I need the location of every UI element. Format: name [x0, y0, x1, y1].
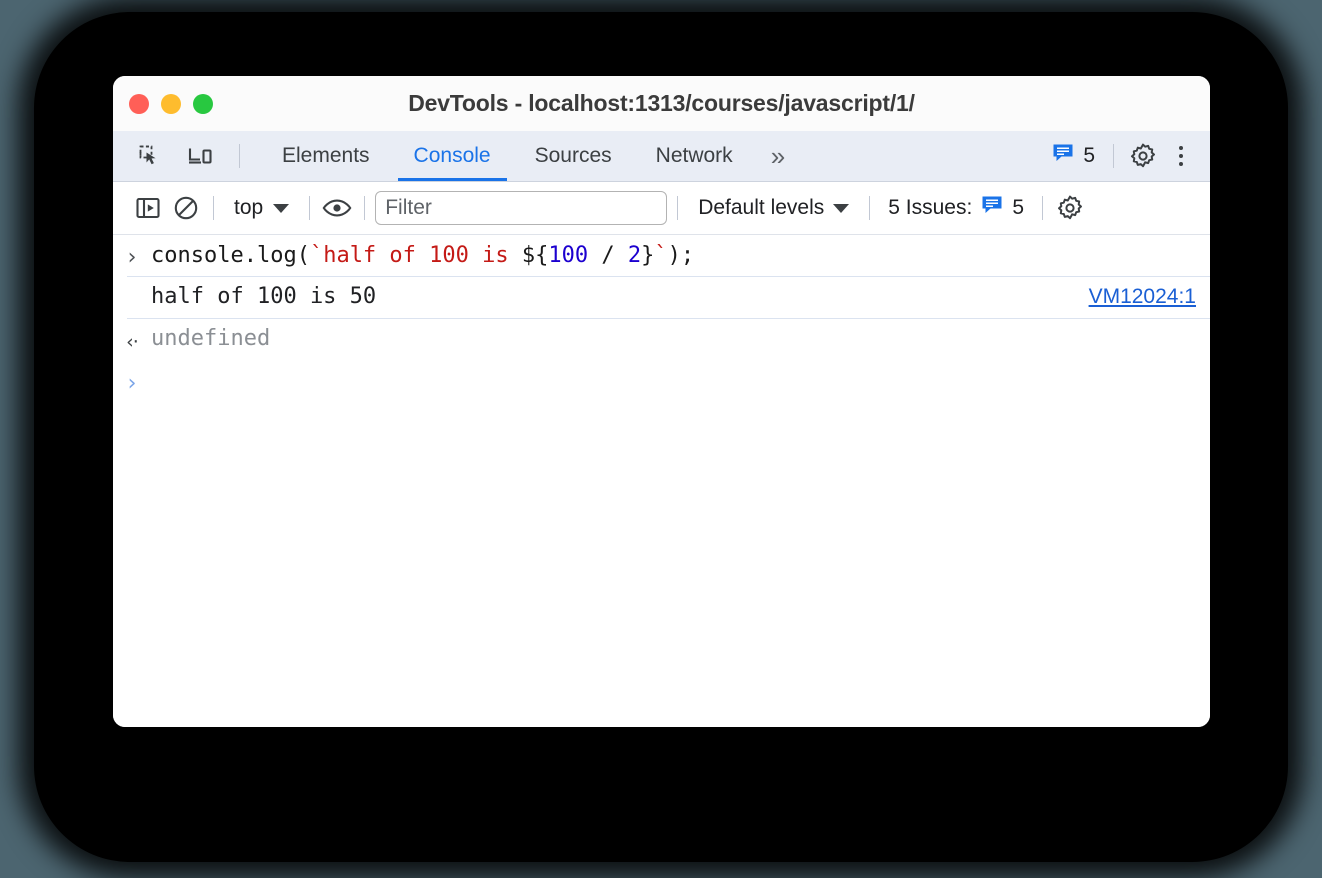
console-source-link[interactable]: VM12024:1	[1089, 283, 1196, 309]
execution-context-selector[interactable]: top	[224, 196, 299, 220]
console-input-row[interactable]: › console.log(`half of 100 is ${100 / 2}…	[127, 235, 1210, 277]
code-token: `	[654, 243, 668, 268]
more-tabs-chevron-icon[interactable]: »	[755, 141, 798, 172]
issues-message-icon	[1052, 143, 1074, 169]
code-token: /	[588, 243, 628, 268]
console-log-row[interactable]: half of 100 is 50 VM12024:1	[127, 277, 1210, 319]
console-toolbar-divider-1	[213, 196, 214, 220]
close-window-button[interactable]	[129, 93, 149, 114]
console-settings-gear-icon[interactable]	[1053, 191, 1087, 225]
console-prompt-row[interactable]: ›	[113, 361, 1210, 403]
minimize-window-button[interactable]	[161, 93, 181, 114]
issues-message-icon	[981, 195, 1003, 221]
console-toolbar-divider-3	[364, 196, 366, 220]
traffic-lights	[129, 76, 213, 131]
tab-network[interactable]: Network	[634, 131, 755, 181]
issues-toolbar-indicator[interactable]: 5 Issues: 5	[880, 195, 1032, 221]
chevron-down-icon	[273, 203, 290, 213]
console-sidebar-toggle-icon[interactable]	[131, 191, 165, 225]
console-input-code: console.log(`half of 100 is ${100 / 2}`)…	[151, 241, 694, 271]
console-result-row[interactable]: ‹· undefined	[113, 319, 1210, 361]
console-result-value: undefined	[151, 326, 271, 351]
code-token: console.log(	[151, 243, 310, 268]
execution-context-label: top	[234, 196, 264, 219]
result-gutter: ‹·	[113, 325, 151, 352]
tab-sources[interactable]: Sources	[513, 131, 634, 181]
code-token: 2	[627, 243, 642, 268]
inspect-element-icon[interactable]	[133, 139, 167, 173]
tabbar-right-divider	[1113, 144, 1114, 168]
devtools-tab-bar: Elements Console Sources Network » 5	[113, 131, 1210, 182]
window-title: DevTools - localhost:1313/courses/javasc…	[408, 90, 915, 116]
input-prompt-gutter: ›	[113, 241, 151, 269]
devtools-window: DevTools - localhost:1313/courses/javasc…	[113, 76, 1210, 727]
issues-count: 5	[1083, 144, 1095, 167]
clear-console-icon[interactable]	[169, 191, 203, 225]
log-levels-label: Default levels	[698, 196, 825, 219]
tab-elements[interactable]: Elements	[260, 131, 392, 181]
prompt-chevron-icon: ›	[127, 245, 137, 270]
console-toolbar-divider-6	[1042, 196, 1043, 220]
console-toolbar: top Default levels 5 Issues:	[113, 182, 1210, 235]
tab-console[interactable]: Console	[392, 131, 513, 181]
toolbar-divider	[239, 144, 240, 168]
code-token: }	[641, 243, 655, 268]
return-value-arrow-icon: ‹·	[126, 331, 139, 353]
filter-input[interactable]	[375, 191, 668, 225]
code-token: 100	[548, 243, 589, 268]
console-toolbar-divider-4	[677, 196, 679, 220]
prompt-gutter: ›	[113, 367, 151, 395]
prompt-chevron-icon: ›	[127, 371, 137, 396]
gear-icon[interactable]	[1126, 139, 1160, 173]
console-message-list[interactable]: › console.log(`half of 100 is ${100 / 2}…	[113, 235, 1210, 727]
issues-toolbar-label: 5 Issues:	[888, 196, 973, 219]
console-toolbar-divider-2	[309, 196, 311, 220]
maximize-window-button[interactable]	[193, 93, 213, 114]
console-toolbar-divider-5	[869, 196, 871, 220]
log-gutter	[113, 283, 151, 285]
live-expression-eye-icon[interactable]	[320, 191, 354, 225]
console-log-message: half of 100 is 50	[151, 284, 377, 309]
device-toolbar-icon[interactable]	[183, 139, 217, 173]
panel-tabs: Elements Console Sources Network »	[260, 131, 798, 181]
issues-indicator[interactable]: 5	[1046, 143, 1101, 169]
chevron-down-icon	[833, 203, 850, 213]
code-token: );	[667, 243, 695, 268]
code-token: `half of 100 is	[309, 243, 522, 268]
title-bar: DevTools - localhost:1313/courses/javasc…	[113, 76, 1210, 131]
kebab-menu-icon[interactable]	[1166, 139, 1196, 173]
code-token: ${	[521, 243, 549, 268]
issues-toolbar-count: 5	[1012, 196, 1024, 219]
log-levels-selector[interactable]: Default levels	[688, 196, 859, 220]
